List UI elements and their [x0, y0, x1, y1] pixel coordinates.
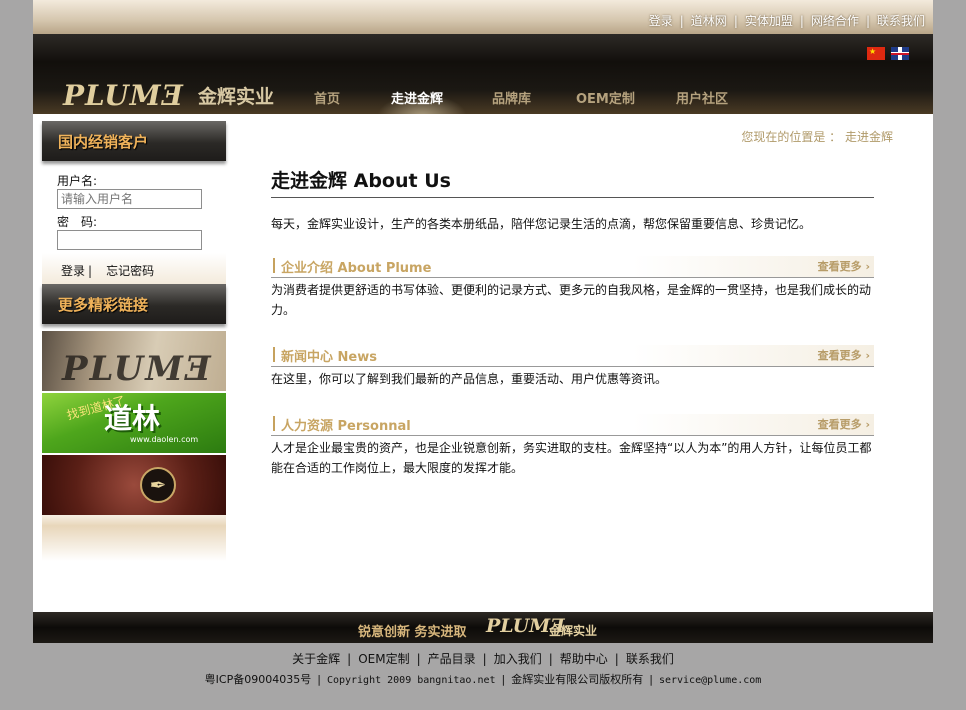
username-input[interactable] — [57, 189, 202, 209]
password-input[interactable] — [57, 230, 202, 250]
breadcrumb: 您现在的位置是 ： 走进金辉 — [741, 130, 893, 144]
daolin-name: 道林 — [104, 402, 161, 435]
login-links: 登录 | 忘记密码 — [61, 264, 155, 278]
top-link-contact[interactable]: 联系我们 — [877, 14, 925, 28]
section-title: 人力资源 Personnal — [281, 419, 411, 434]
section-bar-icon — [273, 416, 275, 431]
section-header: 人力资源 Personnal 查看更多 › — [271, 414, 874, 436]
icp-number: 粤ICP备09004035号 — [204, 673, 312, 686]
plume-banner-logo: PLUMƎ — [62, 349, 213, 389]
content-area: 国内经销客户 用户名: 密 码: 登录|忘记密码 更多精彩链接 PLUMƎ 找到… — [33, 114, 933, 612]
logo-cn: 金辉实业 — [197, 86, 274, 108]
footer-link-help[interactable]: 帮助中心 — [560, 652, 608, 666]
top-link-daolin[interactable]: 道林网 — [691, 14, 727, 28]
site-logo[interactable]: PLUMƎ 金辉实业 — [63, 78, 274, 110]
sidebar: 国内经销客户 用户名: 密 码: 登录|忘记密码 更多精彩链接 PLUMƎ 找到… — [42, 121, 226, 561]
section-header: 企业介绍 About Plume 查看更多 › — [271, 256, 874, 278]
section-body: 人才是企业最宝贵的资产，也是企业锐意创新，务实进取的支柱。金辉坚持“以人为本”的… — [271, 441, 872, 475]
more-link-company[interactable]: 查看更多 › — [818, 258, 870, 274]
company-rights: 金辉实业有限公司版权所有 — [511, 673, 644, 686]
section-body: 为消费者提供更舒适的书写体验、更便利的记录方式、更多元的自我风格，是金辉的一贯坚… — [271, 283, 872, 317]
footer-link-contact[interactable]: 联系我们 — [626, 652, 674, 666]
section-company: 企业介绍 About Plume 查看更多 › 为消费者提供更舒适的书写体验、更… — [271, 256, 874, 320]
more-link-news[interactable]: 查看更多 › — [818, 347, 870, 363]
footer-band: 锐意创新 务实进取 PLUMƎ 金辉实业 — [33, 612, 933, 643]
nav-about[interactable]: 走进金辉 — [391, 88, 443, 107]
footer-link-join[interactable]: 加入我们 — [494, 652, 542, 666]
footer-slogan: 锐意创新 务实进取 — [358, 625, 467, 640]
daolin-url: www.daolen.com — [130, 435, 199, 444]
footer-logo-cn: 金辉实业 — [549, 624, 598, 638]
password-label: 密 码: — [57, 215, 98, 229]
logo-en: PLUMƎ — [63, 79, 184, 112]
plume-banner[interactable]: PLUMƎ — [42, 331, 226, 391]
section-bar-icon — [273, 258, 275, 273]
nav-brands[interactable]: 品牌库 — [492, 88, 531, 107]
section-header: 新闻中心 News 查看更多 › — [271, 345, 874, 367]
top-bar: 登录 | 道林网 | 实体加盟 | 网络合作 | 联系我们 — [33, 0, 933, 34]
more-links-header: 更多精彩链接 — [42, 284, 226, 324]
footer-link-catalog[interactable]: 产品目录 — [428, 652, 476, 666]
top-links: 登录 | 道林网 | 实体加盟 | 网络合作 | 联系我们 — [648, 14, 925, 28]
page-title: 走进金辉 About Us — [271, 166, 874, 198]
intro-text: 每天，金辉实业设计，生产的各类本册纸品，陪伴您记录生活的点滴，帮您保留重要信息、… — [271, 217, 812, 231]
leather-banner[interactable]: ✒ — [42, 455, 226, 515]
footer-link-about[interactable]: 关于金辉 — [292, 652, 340, 666]
forgot-password-link[interactable]: 忘记密码 — [106, 264, 154, 278]
china-flag-icon[interactable]: ★ — [867, 47, 885, 60]
daolin-banner[interactable]: 找到道林了 道林 www.daolen.com — [42, 393, 226, 453]
nav-oem[interactable]: OEM定制 — [576, 88, 635, 107]
top-link-franchise[interactable]: 实体加盟 — [745, 14, 793, 28]
copyright-line: 粤ICP备09004035号 | Copyright 2009 bangnitao.… — [204, 673, 762, 686]
top-link-partnership[interactable]: 网络合作 — [811, 14, 859, 28]
section-bar-icon — [273, 347, 275, 362]
dealer-login-header: 国内经销客户 — [42, 121, 226, 161]
nav-home[interactable]: 首页 — [314, 88, 340, 107]
main-content: 走进金辉 About Us 每天，金辉实业设计，生产的各类本册纸品，陪伴您记录生… — [271, 166, 874, 475]
feather-badge-icon: ✒ — [140, 467, 176, 503]
header: PLUMƎ 金辉实业 ★ 首页 走进金辉 品牌库 OEM定制 用户社区 — [33, 34, 933, 116]
section-title: 新闻中心 News — [281, 350, 377, 365]
username-label: 用户名: — [57, 174, 98, 188]
footer-link-oem[interactable]: OEM定制 — [358, 652, 409, 666]
email-link[interactable]: service@plume.com — [659, 675, 761, 686]
dealer-login-title: 国内经销客户 — [58, 133, 149, 151]
section-title: 企业介绍 About Plume — [281, 261, 432, 276]
section-hr: 人力资源 Personnal 查看更多 › 人才是企业最宝贵的资产，也是企业锐意… — [271, 414, 874, 478]
nav-community[interactable]: 用户社区 — [676, 88, 728, 107]
section-body: 在这里，你可以了解到我们最新的产品信息，重要活动、用户优惠等资讯。 — [271, 372, 668, 386]
more-links-title: 更多精彩链接 — [58, 296, 149, 314]
copyright-text: Copyright 2009 bangnitao.net — [326, 675, 496, 686]
section-news: 新闻中心 News 查看更多 › 在这里，你可以了解到我们最新的产品信息，重要活… — [271, 345, 874, 389]
more-link-hr[interactable]: 查看更多 › — [818, 416, 870, 432]
uk-flag-icon[interactable] — [891, 47, 909, 60]
login-form: 用户名: 密 码: — [57, 173, 202, 255]
footer-links: 关于金辉 | OEM定制 | 产品目录 | 加入我们 | 帮助中心 | 联系我们 — [292, 652, 674, 666]
login-button[interactable]: 登录 — [61, 264, 85, 278]
language-switch: ★ — [867, 47, 909, 60]
top-link-login[interactable]: 登录 — [649, 14, 673, 28]
